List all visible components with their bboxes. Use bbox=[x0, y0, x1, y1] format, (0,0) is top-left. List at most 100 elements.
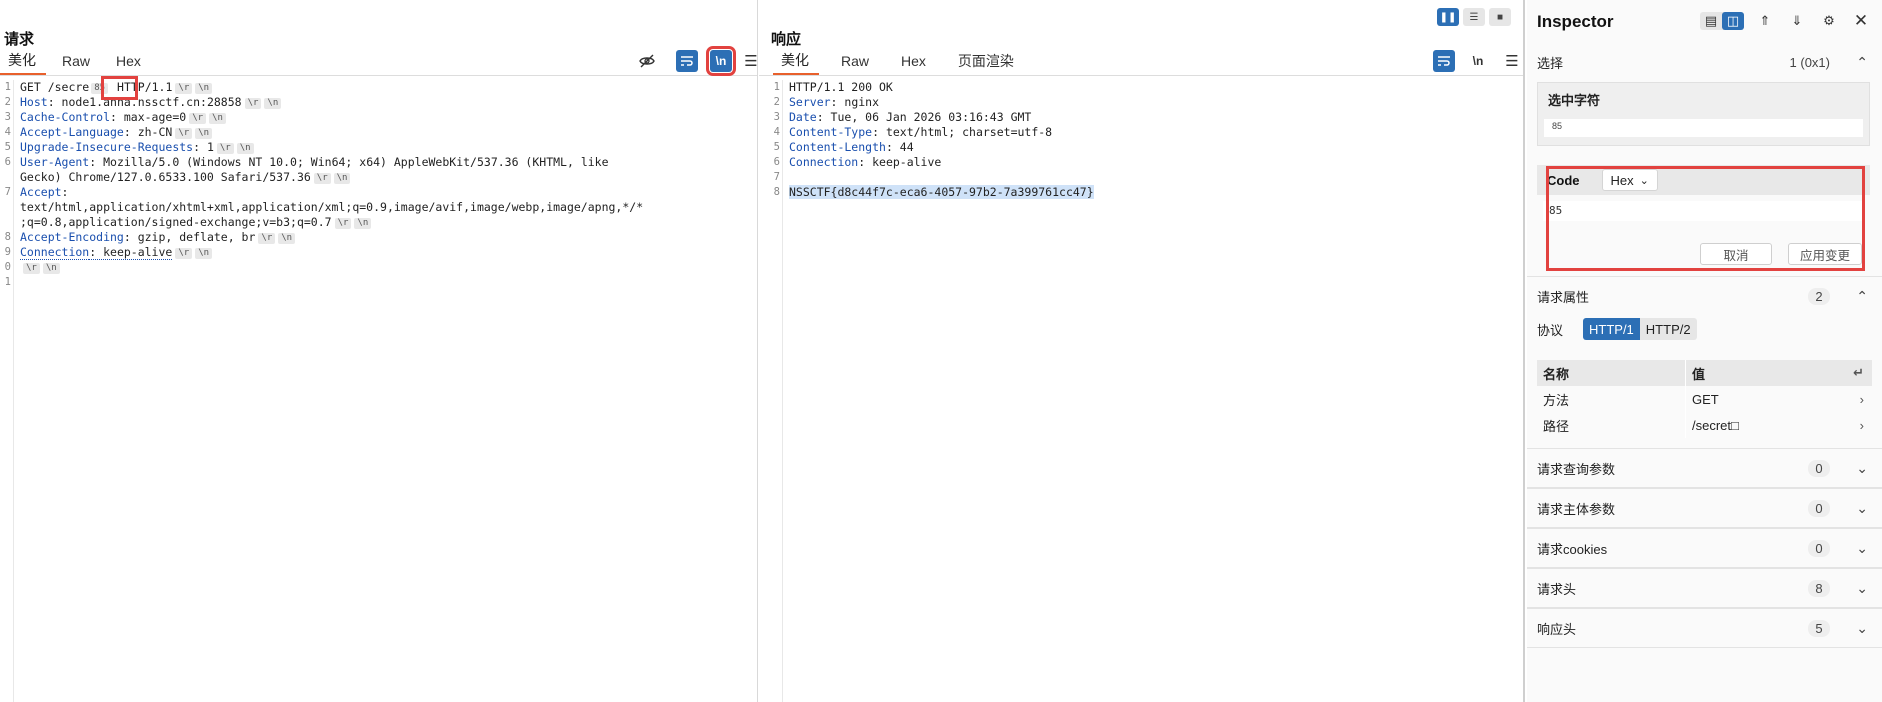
panel-view-icon[interactable]: ◫ bbox=[1722, 12, 1744, 30]
section-selection[interactable]: 选择 1 (0x1) ⌃ bbox=[1527, 42, 1882, 82]
header-value: : bbox=[61, 185, 69, 199]
code-line[interactable]: Server: nginx bbox=[789, 95, 1519, 110]
selected-chars-label: 选中字符 bbox=[1548, 93, 1601, 108]
stacked-layout-icon[interactable]: ☰ bbox=[1463, 8, 1485, 26]
line-number: 1 bbox=[4, 81, 11, 93]
code-line[interactable]: ;q=0.8,application/signed-exchange;v=b3;… bbox=[20, 215, 753, 230]
escape-char-badge: \r bbox=[175, 248, 193, 259]
menu-icon[interactable]: ☰ bbox=[1501, 50, 1523, 72]
code-line[interactable]: \r \n bbox=[20, 260, 753, 275]
chevron-right-icon[interactable]: › bbox=[1860, 418, 1864, 433]
code-line[interactable]: HTTP/1.1 200 OK bbox=[789, 80, 1519, 95]
tab-raw[interactable]: Raw bbox=[833, 51, 879, 75]
code-line[interactable]: Accept: bbox=[20, 185, 753, 200]
table-row[interactable]: 方法 GET › bbox=[1537, 386, 1872, 412]
line-number: 8 bbox=[4, 231, 11, 243]
code-line[interactable]: Date: Tue, 06 Jan 2026 03:16:43 GMT bbox=[789, 110, 1519, 125]
line-number: 4 bbox=[773, 126, 780, 138]
section-2[interactable]: 请求主体参数 0 ⌄ bbox=[1527, 488, 1882, 528]
header-value: : 44 bbox=[885, 140, 914, 154]
layout-toggle-group: ❚❚ ☰ ■ bbox=[1437, 8, 1511, 26]
escape-char-badge: \n bbox=[209, 113, 226, 124]
protocol-http1-button[interactable]: HTTP/1 bbox=[1583, 318, 1640, 340]
code-line[interactable]: Connection: keep-alive bbox=[789, 155, 1519, 170]
chevron-right-icon[interactable]: › bbox=[1860, 392, 1864, 407]
header-value: : zh-CN bbox=[123, 125, 173, 139]
code-line[interactable]: Upgrade-Insecure-Requests: 1 \r \n bbox=[20, 140, 753, 155]
response-editor[interactable]: 12345678 HTTP/1.1 200 OK Server: nginx Dat… bbox=[759, 80, 1523, 702]
side-by-side-layout-icon[interactable]: ❚❚ bbox=[1437, 8, 1459, 26]
request-pane: 请求 美化 Raw Hex \n ☰ 12345678901 GET /secr… bbox=[0, 0, 758, 702]
hide-eye-icon[interactable] bbox=[636, 50, 658, 72]
selected-chars-box: 选中字符 85 bbox=[1537, 82, 1870, 146]
tab-pretty[interactable]: 美化 bbox=[0, 51, 46, 75]
code-line[interactable] bbox=[789, 170, 1519, 185]
chevron-up-icon[interactable]: ⌃ bbox=[1856, 54, 1868, 71]
escape-char-badge: \n bbox=[195, 83, 213, 94]
list-view-icon[interactable]: ▤ bbox=[1700, 12, 1722, 30]
single-layout-icon[interactable]: ■ bbox=[1489, 8, 1511, 26]
wrap-lines-icon[interactable] bbox=[676, 50, 698, 72]
code-line[interactable]: Content-Type: text/html; charset=utf-8 bbox=[789, 125, 1519, 140]
wrap-lines-icon[interactable] bbox=[1433, 50, 1455, 72]
close-icon[interactable]: ✕ bbox=[1850, 11, 1872, 30]
code-line[interactable]: Accept-Language: zh-CN \r \n bbox=[20, 125, 753, 140]
line-number: 9 bbox=[4, 246, 11, 258]
header-value: Gecko) Chrome/127.0.6533.100 Safari/537.… bbox=[20, 170, 311, 184]
tab-hex[interactable]: Hex bbox=[108, 51, 151, 75]
selected-chars-value: 85 bbox=[1544, 119, 1863, 137]
tab-pretty[interactable]: 美化 bbox=[773, 51, 819, 75]
chevron-up-icon[interactable]: ⌃ bbox=[1856, 288, 1868, 305]
line-number bbox=[0, 215, 13, 230]
chevron-down-icon[interactable]: ⌄ bbox=[1856, 540, 1868, 557]
line-number: 6 bbox=[4, 156, 11, 168]
tab-hex[interactable]: Hex bbox=[893, 51, 936, 75]
section-1[interactable]: 请求查询参数 0 ⌄ bbox=[1527, 448, 1882, 488]
header-key: Host bbox=[20, 95, 48, 109]
escape-char-badge: \r bbox=[175, 83, 193, 94]
show-newlines-button[interactable]: \n bbox=[1467, 50, 1489, 72]
chevron-down-icon[interactable]: ⌄ bbox=[1856, 460, 1868, 477]
tab-raw[interactable]: Raw bbox=[54, 51, 100, 75]
escape-char-badge: \n bbox=[333, 173, 351, 184]
response-lines[interactable]: HTTP/1.1 200 OK Server: nginx Date: Tue, 0… bbox=[789, 80, 1519, 200]
header-value: HTTP/1.1 200 OK bbox=[789, 80, 893, 94]
header-value: NSSCTF{d8c44f7c-eca6-4057-97b2-7a399761c… bbox=[789, 185, 1094, 199]
tab-render[interactable]: 页面渲染 bbox=[950, 51, 1024, 75]
code-line[interactable]: Connection: keep-alive \r \n bbox=[20, 245, 753, 260]
wrap-icon[interactable]: ↵ bbox=[1853, 365, 1864, 381]
request-editor[interactable]: 12345678901 GET /secre 85 HTTP/1.1 \r \n Hos… bbox=[0, 80, 757, 702]
code-line[interactable]: Content-Length: 44 bbox=[789, 140, 1519, 155]
chevron-down-icon[interactable]: ⌄ bbox=[1856, 620, 1868, 637]
row-name: 方法 bbox=[1537, 386, 1686, 412]
section-request-attributes[interactable]: 请求属性 2 ⌃ bbox=[1527, 276, 1882, 316]
protocol-http2-button[interactable]: HTTP/2 bbox=[1639, 318, 1697, 340]
code-line[interactable]: User-Agent: Mozilla/5.0 (Windows NT 10.0… bbox=[20, 155, 753, 170]
table-row[interactable]: 路径 /secret□ › bbox=[1537, 412, 1872, 438]
section-4[interactable]: 请求头 8 ⌄ bbox=[1527, 568, 1882, 608]
collapse-all-icon[interactable]: ⇓ bbox=[1786, 12, 1808, 30]
section-5[interactable]: 响应头 5 ⌄ bbox=[1527, 608, 1882, 648]
escape-char-badge: \n bbox=[236, 143, 254, 154]
expand-all-icon[interactable]: ⇑ bbox=[1754, 12, 1776, 30]
code-line[interactable]: Accept-Encoding: gzip, deflate, br \r \n bbox=[20, 230, 753, 245]
escape-char-badge: \n bbox=[264, 98, 282, 109]
header-value: : max-age=0 bbox=[110, 110, 187, 124]
chevron-down-icon[interactable]: ⌄ bbox=[1856, 500, 1868, 517]
chevron-down-icon[interactable]: ⌄ bbox=[1856, 580, 1868, 597]
gear-icon[interactable]: ⚙ bbox=[1818, 12, 1840, 30]
code-line[interactable]: NSSCTF{d8c44f7c-eca6-4057-97b2-7a399761c… bbox=[789, 185, 1519, 200]
escape-char-badge: \r bbox=[189, 113, 207, 124]
escape-char-badge: \r bbox=[258, 233, 276, 244]
section-3[interactable]: 请求cookies 0 ⌄ bbox=[1527, 528, 1882, 568]
code-line[interactable]: Gecko) Chrome/127.0.6533.100 Safari/537.… bbox=[20, 170, 753, 185]
header-key: Connection bbox=[789, 155, 859, 169]
code-line[interactable]: Cache-Control: max-age=0 \r \n bbox=[20, 110, 753, 125]
request-lines[interactable]: GET /secre 85 HTTP/1.1 \r \n Host: node1.ann… bbox=[20, 80, 753, 275]
show-newlines-button[interactable]: \n bbox=[706, 46, 736, 76]
escape-char-badge: \r bbox=[244, 98, 262, 109]
code-line[interactable]: text/html,application/xhtml+xml,applicat… bbox=[20, 200, 753, 215]
header-value: : Mozilla/5.0 (Windows NT 10.0; Win64; x… bbox=[89, 155, 609, 169]
section-count: 0 bbox=[1808, 539, 1830, 557]
header-value: text/html,application/xhtml+xml,applicat… bbox=[20, 200, 644, 214]
